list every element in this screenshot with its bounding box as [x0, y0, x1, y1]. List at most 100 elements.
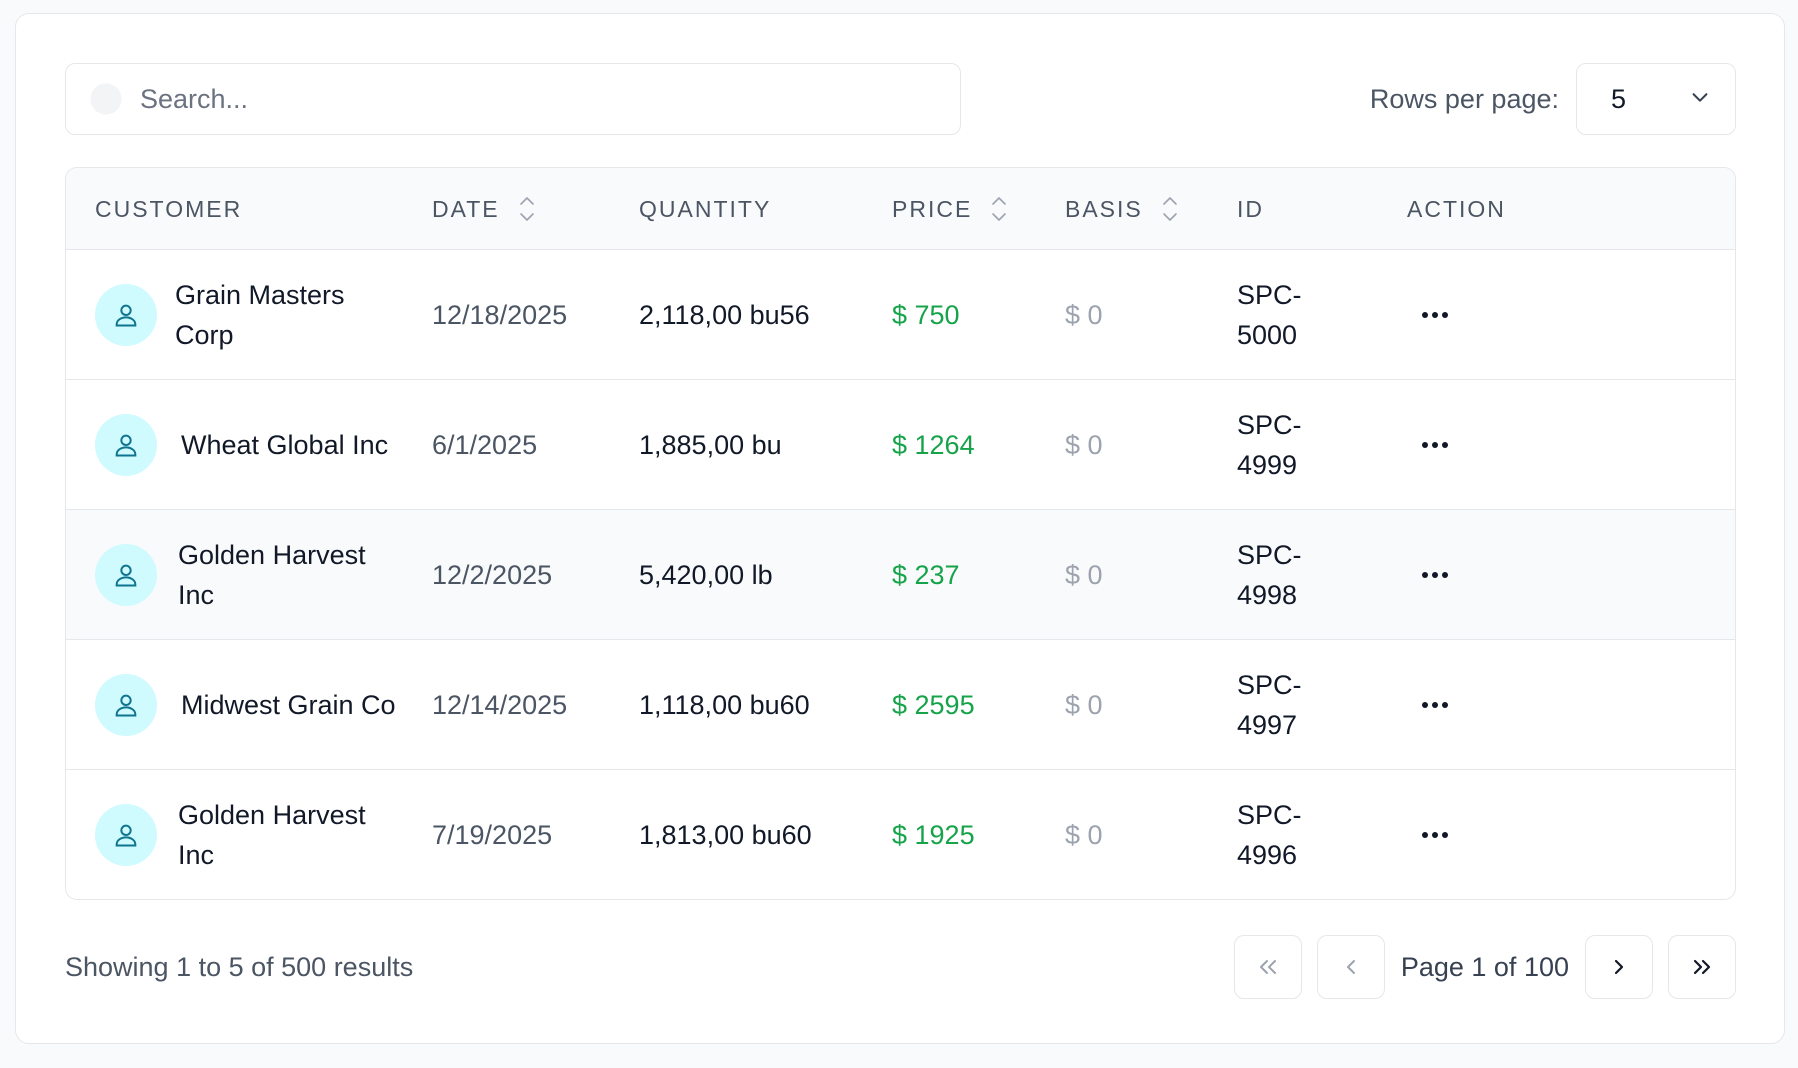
- customer-cell: Grain Masters Corp: [95, 250, 405, 380]
- basis-cell: $ 0: [1065, 559, 1103, 590]
- search-box[interactable]: [65, 63, 961, 135]
- user-icon: [115, 694, 137, 717]
- column-header-id: ID: [1237, 168, 1264, 250]
- table-row[interactable]: Golden Harvest Inc 7/19/2025 1,813,00 bu…: [66, 770, 1735, 899]
- price-cell: $ 2595: [892, 689, 975, 720]
- rows-per-page-value: 5: [1611, 83, 1627, 114]
- basis-cell: $ 0: [1065, 429, 1103, 460]
- id-value: SPC-4997: [1237, 670, 1302, 740]
- chevrons-right-icon: [1693, 959, 1711, 975]
- chevron-left-icon: [1346, 960, 1355, 974]
- table-footer: Showing 1 to 5 of 500 results Page 1 of …: [65, 934, 1736, 1000]
- customer-cell: Wheat Global Inc: [95, 380, 411, 510]
- basis-cell: $ 0: [1065, 819, 1103, 850]
- quantity-cell: 1,118,00 bu60: [639, 689, 810, 720]
- id-cell: SPC-4997: [1237, 640, 1347, 770]
- date-cell: 7/19/2025: [432, 819, 553, 850]
- table-row[interactable]: Golden Harvest Inc 12/2/2025 5,420,00 lb…: [66, 510, 1735, 640]
- sort-icon[interactable]: [518, 194, 536, 224]
- quantity-cell: 5,420,00 lb: [639, 559, 773, 590]
- id-cell: SPC-4998: [1237, 510, 1347, 640]
- last-page-button[interactable]: [1668, 935, 1736, 999]
- id-cell: SPC-5000: [1237, 250, 1347, 380]
- table-row[interactable]: Midwest Grain Co 12/14/2025 1,118,00 bu6…: [66, 640, 1735, 770]
- rows-per-page-control: Rows per page: 5: [1370, 63, 1736, 135]
- price-cell: $ 237: [892, 559, 960, 590]
- more-horizontal-icon[interactable]: [1415, 815, 1455, 855]
- column-header-price[interactable]: PRICE: [892, 168, 1008, 250]
- column-header-customer: CUSTOMER: [95, 168, 242, 250]
- date-cell: 12/18/2025: [432, 299, 568, 330]
- avatar: [95, 544, 157, 606]
- more-horizontal-icon[interactable]: [1415, 555, 1455, 595]
- more-horizontal-icon[interactable]: [1415, 425, 1455, 465]
- data-table: CUSTOMER DATE QUANTITY PRICE BASIS ID AC…: [65, 167, 1736, 900]
- action-cell: [1415, 380, 1455, 510]
- avatar: [95, 284, 157, 346]
- quantity-cell: 1,813,00 bu60: [639, 819, 812, 850]
- customer-name: Golden Harvest Inc: [178, 800, 366, 870]
- id-cell: SPC-4996: [1237, 770, 1347, 899]
- user-icon: [115, 824, 137, 847]
- avatar: [95, 674, 157, 736]
- column-label: CUSTOMER: [95, 195, 243, 222]
- column-label: DATE: [432, 195, 500, 222]
- id-value: SPC-5000: [1237, 280, 1302, 350]
- id-value: SPC-4996: [1237, 800, 1302, 870]
- basis-cell: $ 0: [1065, 689, 1103, 720]
- customer-name: Golden Harvest Inc: [178, 540, 366, 610]
- chevron-right-icon: [1614, 959, 1624, 975]
- column-label: ACTION: [1407, 195, 1506, 222]
- rows-per-page-select[interactable]: 5: [1576, 63, 1736, 135]
- customer-cell: Midwest Grain Co: [95, 640, 411, 770]
- action-cell: [1415, 640, 1455, 770]
- table-row[interactable]: Grain Masters Corp 12/18/2025 2,118,00 b…: [66, 250, 1735, 380]
- page-indicator: Page 1 of 100: [1400, 951, 1569, 982]
- column-header-basis[interactable]: BASIS: [1065, 168, 1179, 250]
- table-card: Rows per page: 5 CUSTOMER DATE QUANTITY: [15, 13, 1785, 1044]
- customer-cell: Golden Harvest Inc: [95, 770, 408, 899]
- price-cell: $ 1264: [892, 429, 975, 460]
- id-cell: SPC-4999: [1237, 380, 1347, 510]
- results-summary: Showing 1 to 5 of 500 results: [65, 951, 414, 982]
- avatar: [95, 414, 157, 476]
- chevron-down-icon: [1689, 84, 1711, 115]
- search-icon: [86, 79, 126, 119]
- column-header-date[interactable]: DATE: [432, 168, 536, 250]
- customer-name: Grain Masters Corp: [175, 280, 345, 350]
- action-cell: [1415, 250, 1455, 380]
- user-icon: [115, 564, 137, 587]
- sort-icon[interactable]: [1161, 194, 1179, 224]
- more-horizontal-icon[interactable]: [1415, 295, 1455, 335]
- customer-name: Wheat Global Inc: [181, 430, 389, 460]
- id-value: SPC-4998: [1237, 540, 1302, 610]
- date-cell: 6/1/2025: [432, 429, 538, 460]
- table-header: CUSTOMER DATE QUANTITY PRICE BASIS ID AC…: [66, 168, 1735, 250]
- avatar: [95, 804, 157, 866]
- basis-cell: $ 0: [1065, 299, 1103, 330]
- action-cell: [1415, 770, 1455, 899]
- toolbar: Rows per page: 5: [65, 63, 1736, 135]
- quantity-cell: 2,118,00 bu56: [639, 299, 810, 330]
- date-cell: 12/14/2025: [432, 689, 568, 720]
- sort-icon[interactable]: [990, 194, 1008, 224]
- price-cell: $ 1925: [892, 819, 975, 850]
- column-label: ID: [1237, 195, 1264, 222]
- chevrons-left-icon: [1259, 960, 1276, 974]
- rows-per-page-label: Rows per page:: [1369, 83, 1559, 114]
- action-cell: [1415, 510, 1455, 640]
- search-input[interactable]: [140, 83, 940, 115]
- date-cell: 12/2/2025: [432, 559, 553, 590]
- user-icon: [115, 434, 137, 457]
- quantity-cell: 1,885,00 bu: [639, 429, 782, 460]
- user-icon: [115, 304, 137, 327]
- column-label: QUANTITY: [639, 195, 772, 222]
- more-horizontal-icon[interactable]: [1415, 685, 1455, 725]
- previous-page-button[interactable]: [1316, 935, 1385, 999]
- column-label: BASIS: [1065, 195, 1143, 222]
- next-page-button[interactable]: [1585, 935, 1653, 999]
- column-header-action: ACTION: [1407, 168, 1506, 250]
- table-row[interactable]: Wheat Global Inc 6/1/2025 1,885,00 bu $ …: [66, 380, 1735, 510]
- first-page-button[interactable]: [1233, 935, 1302, 999]
- price-cell: $ 750: [892, 299, 960, 330]
